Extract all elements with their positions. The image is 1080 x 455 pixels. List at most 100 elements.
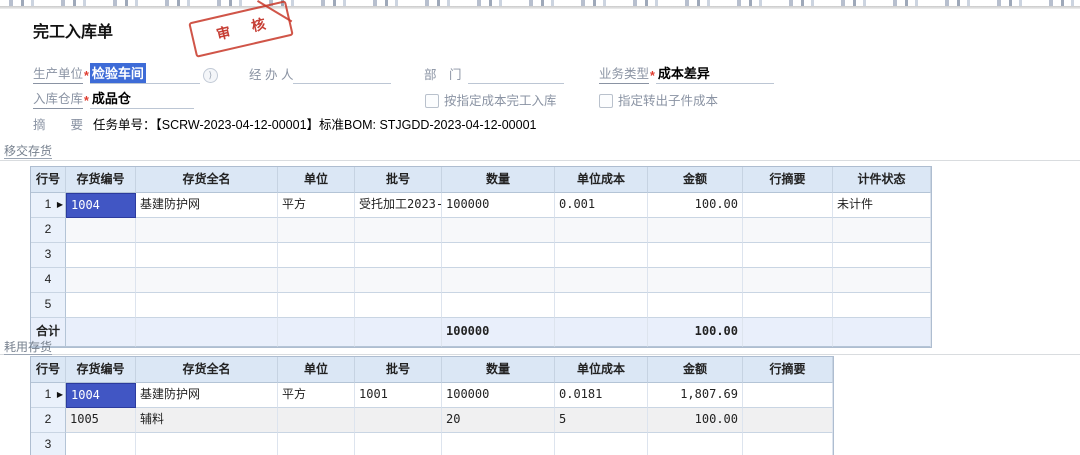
cell[interactable]	[136, 433, 278, 455]
cell[interactable]	[278, 433, 355, 455]
business-type-label[interactable]: 业务类型	[599, 63, 649, 84]
handler-input[interactable]	[293, 68, 391, 84]
row-number-cell[interactable]: 3	[31, 433, 66, 455]
cell[interactable]	[833, 293, 931, 318]
production-unit-label[interactable]: 生产单位	[33, 63, 83, 84]
cell[interactable]: 20	[442, 408, 555, 433]
cell[interactable]: 1,807.69	[648, 383, 743, 408]
cell[interactable]	[355, 433, 442, 455]
cell[interactable]	[355, 218, 442, 243]
row-number-cell[interactable]: 2	[31, 218, 66, 243]
cell[interactable]	[66, 268, 136, 293]
cell[interactable]	[743, 293, 833, 318]
cell[interactable]	[743, 193, 833, 218]
specified-cost-checkbox[interactable]	[425, 94, 439, 108]
cell[interactable]	[66, 218, 136, 243]
cell[interactable]: 0.001	[555, 193, 648, 218]
cell[interactable]	[743, 218, 833, 243]
row-number-cell[interactable]: 5	[31, 293, 66, 318]
cell[interactable]	[278, 243, 355, 268]
subpart-cost-checkbox[interactable]	[599, 94, 613, 108]
column-header[interactable]: 金额	[648, 357, 743, 383]
cell[interactable]: 平方	[278, 383, 355, 408]
cell[interactable]	[355, 243, 442, 268]
cell[interactable]: 1004	[66, 193, 136, 218]
column-header[interactable]: 单位成本	[555, 357, 648, 383]
column-header[interactable]: 存货编号	[66, 167, 136, 193]
cell[interactable]	[355, 408, 442, 433]
column-header[interactable]: 行号	[31, 167, 66, 193]
cell[interactable]: 100.00	[648, 408, 743, 433]
cell[interactable]: 基建防护网	[136, 193, 278, 218]
column-header[interactable]: 数量	[442, 167, 555, 193]
cell[interactable]	[833, 268, 931, 293]
cell[interactable]	[278, 293, 355, 318]
cell[interactable]: 5	[555, 408, 648, 433]
column-header[interactable]: 行号	[31, 357, 66, 383]
production-unit-input[interactable]: 检验车间	[90, 63, 200, 84]
summary-value[interactable]: 任务单号：【SCRW-2023-04-12-00001】标准BOM: STJGD…	[93, 114, 536, 134]
column-header[interactable]: 行摘要	[743, 357, 833, 383]
cell[interactable]	[743, 383, 833, 408]
warehouse-label[interactable]: 入库仓库	[33, 88, 83, 109]
cell[interactable]	[442, 293, 555, 318]
column-header[interactable]: 单位	[278, 167, 355, 193]
cell[interactable]	[66, 243, 136, 268]
cell[interactable]: 1004	[66, 383, 136, 408]
row-number-cell[interactable]: 4	[31, 268, 66, 293]
cell[interactable]	[555, 433, 648, 455]
cell[interactable]	[278, 218, 355, 243]
column-header[interactable]: 行摘要	[743, 167, 833, 193]
column-header[interactable]: 金额	[648, 167, 743, 193]
cell[interactable]: 100000	[442, 383, 555, 408]
cell[interactable]	[442, 218, 555, 243]
cell[interactable]	[136, 243, 278, 268]
column-header[interactable]: 计件状态	[833, 167, 931, 193]
column-header[interactable]: 存货全名	[136, 357, 278, 383]
production-unit-value[interactable]: 检验车间	[90, 63, 146, 83]
cell[interactable]	[648, 243, 743, 268]
cell[interactable]	[136, 218, 278, 243]
cell[interactable]	[555, 268, 648, 293]
cell[interactable]	[648, 218, 743, 243]
cell[interactable]	[833, 218, 931, 243]
cell[interactable]	[442, 433, 555, 455]
cell[interactable]	[66, 293, 136, 318]
cell[interactable]	[278, 268, 355, 293]
cell[interactable]	[743, 243, 833, 268]
cell[interactable]	[648, 293, 743, 318]
column-header[interactable]: 存货编号	[66, 357, 136, 383]
business-type-input[interactable]: 成本差异	[656, 63, 774, 84]
cell[interactable]	[648, 433, 743, 455]
warehouse-input[interactable]: 成品仓	[90, 88, 194, 109]
business-type-value[interactable]: 成本差异	[656, 63, 712, 83]
cell[interactable]	[66, 433, 136, 455]
cell[interactable]: 100000	[442, 193, 555, 218]
cell[interactable]: 0.0181	[555, 383, 648, 408]
row-number-cell[interactable]: 1	[31, 193, 66, 218]
cell[interactable]	[743, 408, 833, 433]
cell[interactable]: 辅料	[136, 408, 278, 433]
column-header[interactable]: 数量	[442, 357, 555, 383]
department-input[interactable]	[468, 68, 564, 84]
column-header[interactable]: 批号	[355, 167, 442, 193]
cell[interactable]	[355, 293, 442, 318]
cell[interactable]	[442, 243, 555, 268]
cell[interactable]: 未计件	[833, 193, 931, 218]
column-header[interactable]: 批号	[355, 357, 442, 383]
cell[interactable]	[743, 268, 833, 293]
cell[interactable]	[442, 268, 555, 293]
cell[interactable]: 受托加工2023-04-1	[355, 193, 442, 218]
row-number-cell[interactable]: 2	[31, 408, 66, 433]
cell[interactable]	[555, 243, 648, 268]
row-number-cell[interactable]: 3	[31, 243, 66, 268]
cell[interactable]	[278, 408, 355, 433]
cell[interactable]: 1005	[66, 408, 136, 433]
cell[interactable]	[833, 243, 931, 268]
cell[interactable]	[743, 433, 833, 455]
cell[interactable]	[555, 293, 648, 318]
row-number-cell[interactable]: 1	[31, 383, 66, 408]
column-header[interactable]: 单位成本	[555, 167, 648, 193]
reference-picker-icon[interactable]: ⟩	[203, 68, 218, 83]
cell[interactable]	[555, 218, 648, 243]
